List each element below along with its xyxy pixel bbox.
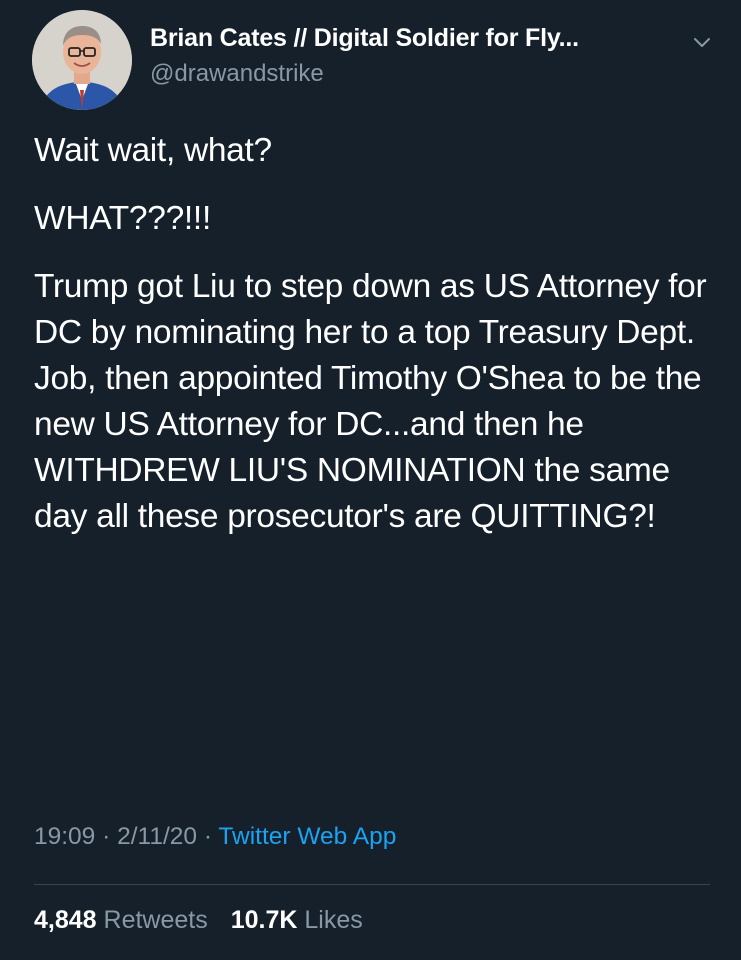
likes-label: Likes — [304, 906, 363, 934]
retweets-label: Retweets — [103, 906, 208, 934]
meta-separator: · — [203, 823, 213, 850]
user-avatar-icon — [32, 10, 132, 110]
author-handle[interactable]: @drawandstrike — [150, 60, 324, 88]
tweet-header: Brian Cates // Digital Soldier for Fly..… — [32, 10, 722, 110]
avatar[interactable] — [32, 10, 132, 110]
retweets-count: 4,848 — [34, 906, 97, 934]
tweet-time[interactable]: 19:09 — [34, 823, 95, 850]
tweet-stats: 4,848 Retweets 10.7K Likes — [34, 906, 363, 935]
meta-separator: · — [102, 823, 111, 850]
retweets-stat[interactable]: 4,848 Retweets — [34, 906, 208, 934]
likes-stat[interactable]: 10.7K Likes — [231, 906, 363, 934]
tweet-detail: Brian Cates // Digital Soldier for Fly..… — [0, 0, 741, 960]
likes-count: 10.7K — [230, 906, 298, 934]
chevron-down-icon[interactable] — [690, 30, 714, 54]
tweet-metadata: 19:09 · 2/11/20 · Twitter Web App — [34, 823, 396, 851]
divider — [34, 884, 710, 885]
tweet-source-link[interactable]: Twitter Web App — [218, 823, 396, 850]
tweet-paragraph: WHAT???!!! — [34, 200, 211, 237]
author-display-name[interactable]: Brian Cates // Digital Soldier for Fly..… — [150, 24, 579, 53]
tweet-text: Wait wait, what? WHAT???!!! Trump got Li… — [34, 128, 714, 540]
tweet-paragraph: Wait wait, what? — [34, 132, 272, 169]
tweet-date[interactable]: 2/11/20 — [117, 823, 197, 850]
tweet-paragraph: Trump got Liu to step down as US Attorne… — [34, 268, 707, 535]
